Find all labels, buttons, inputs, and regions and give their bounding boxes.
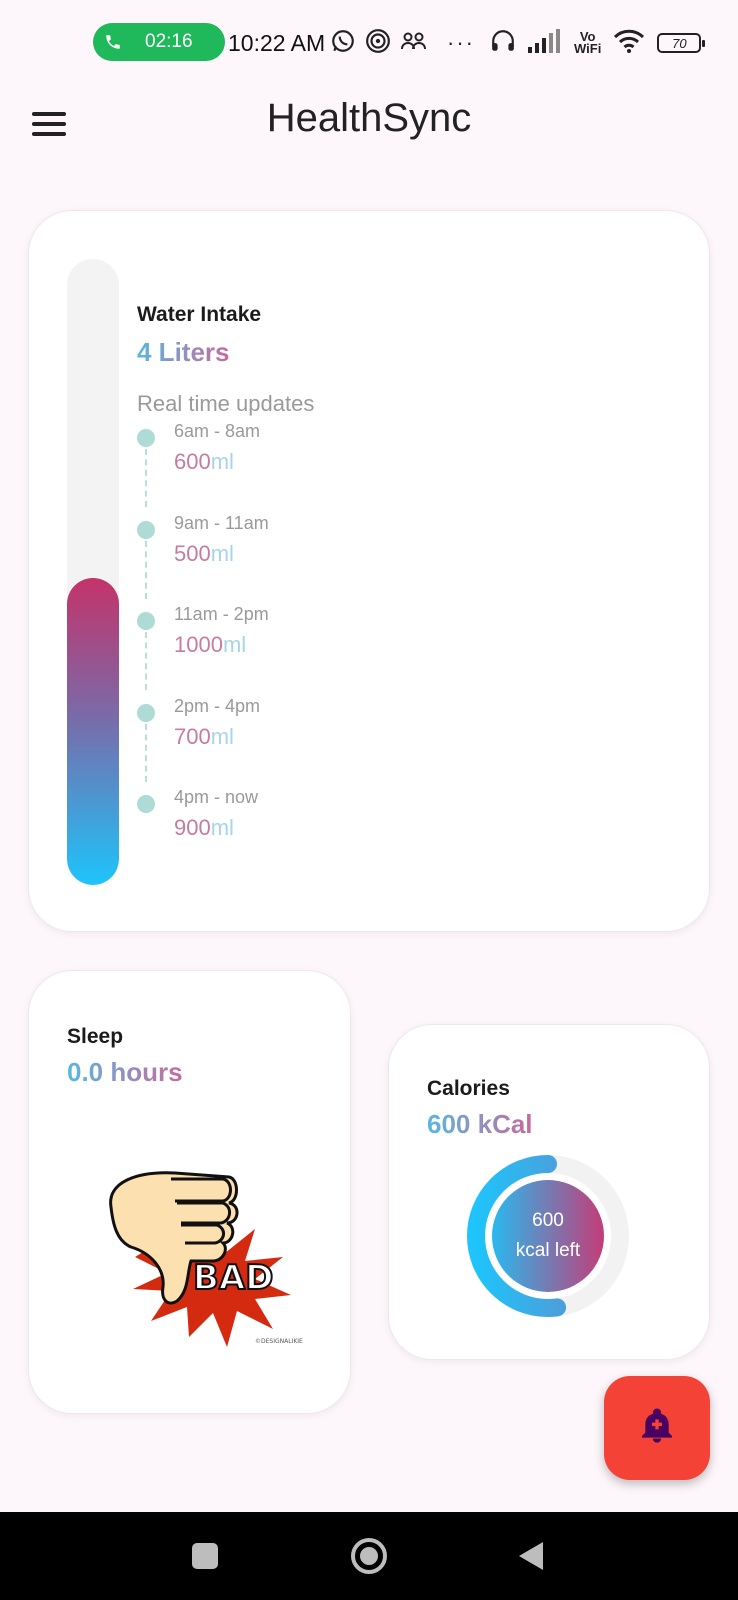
timeline-dot xyxy=(137,612,155,630)
timeline-time: 11am - 2pm xyxy=(174,604,269,624)
whatsapp-icon xyxy=(330,28,356,59)
timeline-entry: 6am - 8am 600ml xyxy=(137,419,437,511)
wifi-icon xyxy=(613,28,645,59)
timeline-connector xyxy=(145,540,147,599)
svg-text:BAD: BAD xyxy=(193,1258,273,1298)
timeline-connector xyxy=(145,723,147,782)
timeline-time: 9am - 11am xyxy=(174,512,269,533)
water-gauge-fill xyxy=(67,578,119,885)
sleep-card[interactable]: Sleep 0.0 hours BAD ©DESIGNALIKIE xyxy=(28,970,351,1414)
water-amount: 4 Liters xyxy=(137,337,230,367)
calories-value: 600 kCal xyxy=(427,1109,533,1139)
timeline-entry: 4pm - now 900ml xyxy=(137,785,437,877)
timeline-amount: 600ml xyxy=(174,449,234,474)
vpn-icon xyxy=(365,28,391,59)
recents-square-icon[interactable] xyxy=(165,1512,245,1600)
sleep-title: Sleep xyxy=(67,1025,124,1048)
system-nav-bar xyxy=(0,1512,738,1600)
water-gauge xyxy=(67,259,119,885)
timeline-connector xyxy=(145,449,147,507)
timeline-connector xyxy=(145,632,147,690)
calories-card[interactable]: Calories 600 kCal 600 kcal left xyxy=(388,1024,710,1360)
water-timeline: 6am - 8am 600ml 9am - 11am 500ml 11am - 2pm 1… xyxy=(137,419,437,877)
calories-left-number: 600 xyxy=(532,1210,564,1231)
home-circle-icon[interactable] xyxy=(329,1512,409,1600)
back-triangle-icon[interactable] xyxy=(492,1512,572,1600)
timeline-dot xyxy=(137,520,155,539)
add-alarm-button[interactable] xyxy=(604,1376,710,1480)
add-alarm-bell-icon xyxy=(637,1406,677,1451)
call-timer: 02:16 xyxy=(145,31,193,52)
timeline-amount: 700ml xyxy=(174,723,234,749)
calories-title: Calories xyxy=(427,1077,510,1100)
more-dots-icon: ··· xyxy=(447,30,475,55)
timeline-entry: 11am - 2pm 1000ml xyxy=(137,602,437,694)
headset-icon xyxy=(490,28,516,59)
timeline-time: 6am - 8am xyxy=(174,421,261,441)
clock: 10:22 AM xyxy=(228,30,326,56)
ongoing-call-pill[interactable]: 02:16 xyxy=(93,23,225,61)
timeline-dot xyxy=(137,703,155,722)
people-icon xyxy=(400,29,428,58)
water-intake-card[interactable]: Water Intake 4 Liters Real time updates … xyxy=(28,210,710,932)
calories-left-label: kcal left xyxy=(515,1240,581,1261)
timeline-dot xyxy=(137,429,155,447)
timeline-time: 4pm - now xyxy=(174,787,259,807)
sleep-value: 0.0 hours xyxy=(67,1057,183,1087)
timeline-amount: 500ml xyxy=(174,540,234,566)
real-time-updates-label: Real time updates xyxy=(137,391,315,416)
battery-icon: 70 xyxy=(657,33,706,53)
timeline-entry: 2pm - 4pm 700ml xyxy=(137,694,437,786)
app-title: HealthSync xyxy=(266,96,472,140)
timeline-amount: 1000ml xyxy=(174,632,247,657)
vowifi-icon: Vo WiFi xyxy=(574,29,602,56)
thumbs-down-bad-image: BAD ©DESIGNALIKIE xyxy=(109,1171,303,1347)
timeline-time: 2pm - 4pm xyxy=(174,695,261,716)
status-bar: 02:16 10:22 AM ··· Vo WiFi 70 xyxy=(0,0,738,90)
svg-text:©DESIGNALIKIE: ©DESIGNALIKIE xyxy=(255,1338,303,1345)
signal-icon xyxy=(528,28,562,58)
phone-icon xyxy=(93,33,133,51)
timeline-amount: 900ml xyxy=(174,815,234,840)
timeline-dot xyxy=(137,795,155,813)
calories-donut-chart: 600 kcal left xyxy=(465,1153,631,1319)
water-title: Water Intake xyxy=(137,303,262,326)
timeline-entry: 9am - 11am 500ml xyxy=(137,511,437,603)
